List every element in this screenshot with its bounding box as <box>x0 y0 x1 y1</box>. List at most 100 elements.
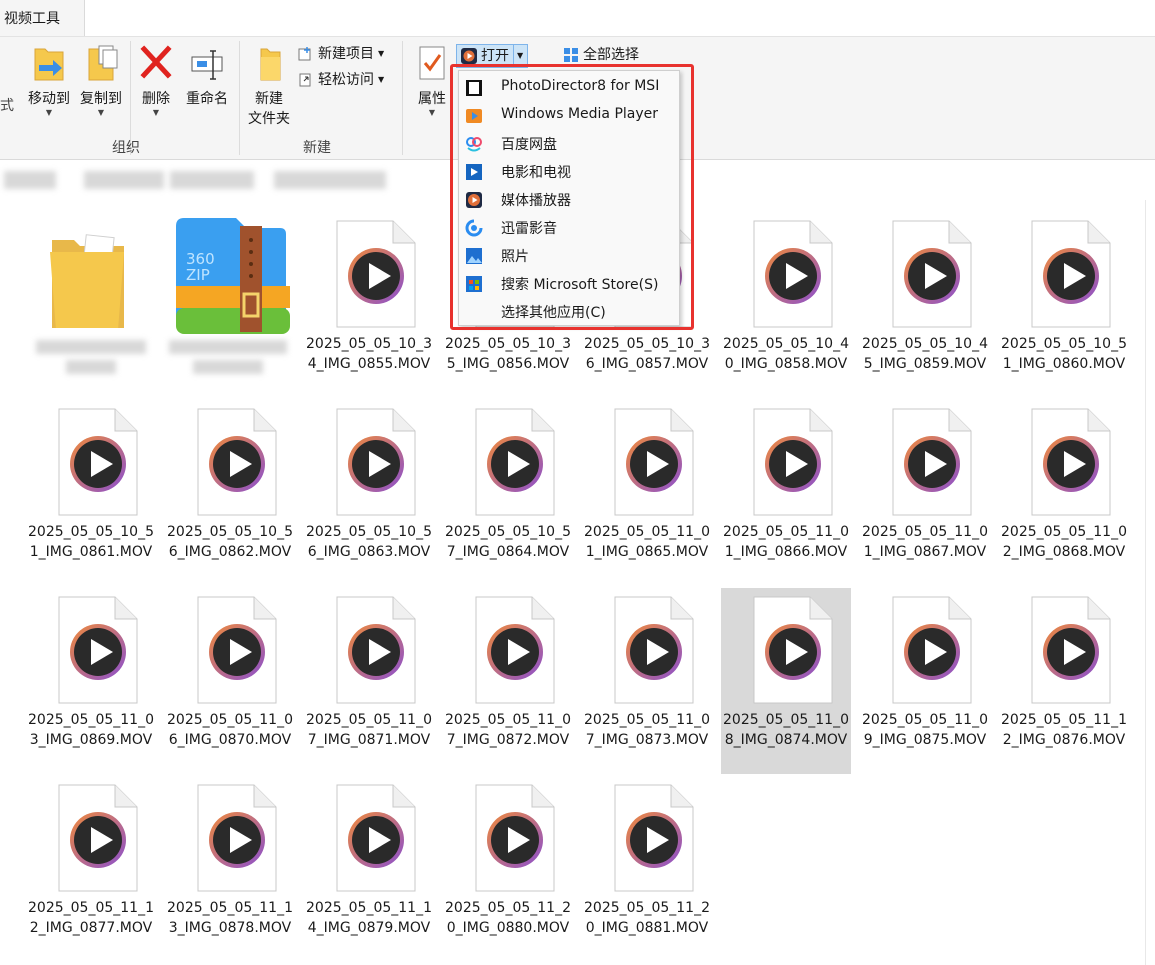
video-file-icon <box>58 408 138 516</box>
select-all-label: 全部选择 <box>583 47 639 63</box>
folder-item[interactable] <box>26 212 156 398</box>
video-file-item[interactable]: 2025_05_05_10_56_IMG_0863.MOV <box>304 400 434 586</box>
video-file-item[interactable]: 2025_05_05_10_40_IMG_0858.MOV <box>721 212 851 398</box>
chevron-down-icon: ▼ <box>45 108 53 117</box>
file-name: 2025_05_05_10_35_IMG_0856.MOV <box>445 336 571 372</box>
blurred-breadcrumb <box>274 171 386 189</box>
file-name: 2025_05_05_10_57_IMG_0864.MOV <box>445 524 571 560</box>
delete-label: 删除 <box>142 91 170 107</box>
tab-video-tools[interactable]: 视频工具 <box>0 0 85 36</box>
file-name: 2025_05_05_11_01_IMG_0865.MOV <box>584 524 710 560</box>
file-name: 2025_05_05_11_02_IMG_0868.MOV <box>1001 524 1127 560</box>
chevron-down-icon: ▼ <box>378 49 385 58</box>
new-item-button[interactable]: 新建项目 ▼ <box>298 43 384 65</box>
new-item-icon <box>298 47 311 61</box>
file-name: 2025_05_05_11_12_IMG_0876.MOV <box>1001 712 1127 748</box>
video-file-item[interactable]: 2025_05_05_11_12_IMG_0876.MOV <box>999 588 1129 774</box>
new-folder-label-line1: 新建 <box>255 91 283 107</box>
properties-icon <box>419 46 445 80</box>
video-file-item[interactable]: 2025_05_05_10_56_IMG_0862.MOV <box>165 400 295 586</box>
video-file-item[interactable]: 2025_05_05_11_07_IMG_0872.MOV <box>443 588 573 774</box>
file-name: 2025_05_05_11_03_IMG_0869.MOV <box>28 712 154 748</box>
group-new-label: 新建 <box>303 140 331 156</box>
video-file-icon <box>753 220 833 328</box>
properties-button[interactable]: 属性 ▼ <box>410 43 454 117</box>
video-file-item[interactable]: 2025_05_05_11_01_IMG_0865.MOV <box>582 400 712 586</box>
video-file-icon <box>58 596 138 704</box>
blurred-breadcrumb <box>4 171 56 189</box>
file-name: 2025_05_05_10_51_IMG_0860.MOV <box>1001 336 1127 372</box>
ribbon-separator <box>239 41 240 155</box>
blurred-breadcrumb <box>170 171 254 189</box>
properties-label: 属性 <box>418 91 446 107</box>
video-file-item[interactable]: 2025_05_05_11_13_IMG_0878.MOV <box>165 776 295 962</box>
video-file-item[interactable]: 2025_05_05_10_34_IMG_0855.MOV <box>304 212 434 398</box>
video-file-icon <box>892 596 972 704</box>
blurred-filename <box>36 340 146 354</box>
folder-icon <box>50 234 124 328</box>
new-folder-label-line2: 文件夹 <box>248 111 290 127</box>
copy-to-button[interactable]: 复制到 ▼ <box>76 43 126 117</box>
file-name: 2025_05_05_11_06_IMG_0870.MOV <box>167 712 293 748</box>
easy-access-label: 轻松访问 <box>318 72 374 88</box>
svg-text:ZIP: ZIP <box>186 266 210 284</box>
video-file-icon <box>614 408 694 516</box>
easy-access-icon <box>299 73 311 87</box>
video-file-item[interactable]: 2025_05_05_11_07_IMG_0873.MOV <box>582 588 712 774</box>
file-name: 2025_05_05_11_20_IMG_0880.MOV <box>445 900 571 936</box>
move-to-button[interactable]: 移动到 ▼ <box>24 43 74 117</box>
video-file-item[interactable]: 2025_05_05_10_51_IMG_0861.MOV <box>26 400 156 586</box>
chevron-down-icon: ▼ <box>378 75 385 84</box>
file-name: 2025_05_05_10_56_IMG_0862.MOV <box>167 524 293 560</box>
move-to-icon <box>34 48 64 81</box>
select-all-button[interactable]: 全部选择 <box>563 44 639 66</box>
chevron-down-icon: ▼ <box>152 108 160 117</box>
video-file-item[interactable]: 2025_05_05_11_03_IMG_0869.MOV <box>26 588 156 774</box>
video-file-icon <box>197 784 277 892</box>
video-file-icon <box>336 784 416 892</box>
zip-archive-item[interactable]: 360 ZIP <box>165 212 295 398</box>
ribbon-separator <box>402 41 403 155</box>
file-name: 2025_05_05_10_56_IMG_0863.MOV <box>306 524 432 560</box>
video-file-item[interactable]: 2025_05_05_10_57_IMG_0864.MOV <box>443 400 573 586</box>
video-file-item[interactable]: 2025_05_05_11_06_IMG_0870.MOV <box>165 588 295 774</box>
video-file-item[interactable]: 2025_05_05_10_51_IMG_0860.MOV <box>999 212 1129 398</box>
blurred-filename <box>193 360 263 374</box>
video-file-icon <box>475 596 555 704</box>
easy-access-button[interactable]: 轻松访问 ▼ <box>298 69 384 91</box>
video-file-icon <box>475 408 555 516</box>
vertical-scrollbar[interactable] <box>1145 200 1146 965</box>
file-name: 2025_05_05_11_07_IMG_0871.MOV <box>306 712 432 748</box>
video-file-item[interactable]: 2025_05_05_11_02_IMG_0868.MOV <box>999 400 1129 586</box>
video-file-item[interactable]: 2025_05_05_11_08_IMG_0874.MOV <box>721 588 851 774</box>
video-file-icon <box>336 596 416 704</box>
video-file-icon <box>892 408 972 516</box>
video-file-item[interactable]: 2025_05_05_11_14_IMG_0879.MOV <box>304 776 434 962</box>
file-name: 2025_05_05_11_07_IMG_0872.MOV <box>445 712 571 748</box>
video-file-item[interactable]: 2025_05_05_11_01_IMG_0866.MOV <box>721 400 851 586</box>
video-file-item[interactable]: 2025_05_05_11_09_IMG_0875.MOV <box>860 588 990 774</box>
file-name: 2025_05_05_11_01_IMG_0867.MOV <box>862 524 988 560</box>
file-name: 2025_05_05_10_34_IMG_0855.MOV <box>306 336 432 372</box>
delete-icon <box>140 45 172 79</box>
delete-button[interactable]: 删除 ▼ <box>136 43 176 117</box>
file-name: 2025_05_05_11_07_IMG_0873.MOV <box>584 712 710 748</box>
file-name: 2025_05_05_11_12_IMG_0877.MOV <box>28 900 154 936</box>
360zip-icon: 360 ZIP <box>176 218 290 334</box>
move-to-label: 移动到 <box>28 91 70 107</box>
select-all-icon <box>564 48 578 62</box>
new-folder-icon <box>260 48 281 81</box>
video-file-icon <box>1031 408 1111 516</box>
video-file-item[interactable]: 2025_05_05_10_45_IMG_0859.MOV <box>860 212 990 398</box>
video-file-item[interactable]: 2025_05_05_11_20_IMG_0880.MOV <box>443 776 573 962</box>
rename-button[interactable]: 重命名 <box>180 43 234 109</box>
new-folder-button[interactable]: 新建 文件夹 <box>244 43 294 129</box>
video-file-item[interactable]: 2025_05_05_11_01_IMG_0867.MOV <box>860 400 990 586</box>
blurred-breadcrumb <box>84 171 164 189</box>
blurred-filename <box>66 360 116 374</box>
blurred-filename <box>169 340 287 354</box>
video-file-item[interactable]: 2025_05_05_11_07_IMG_0871.MOV <box>304 588 434 774</box>
video-file-item[interactable]: 2025_05_05_11_20_IMG_0881.MOV <box>582 776 712 962</box>
chevron-down-icon: ▼ <box>428 108 436 117</box>
video-file-item[interactable]: 2025_05_05_11_12_IMG_0877.MOV <box>26 776 156 962</box>
